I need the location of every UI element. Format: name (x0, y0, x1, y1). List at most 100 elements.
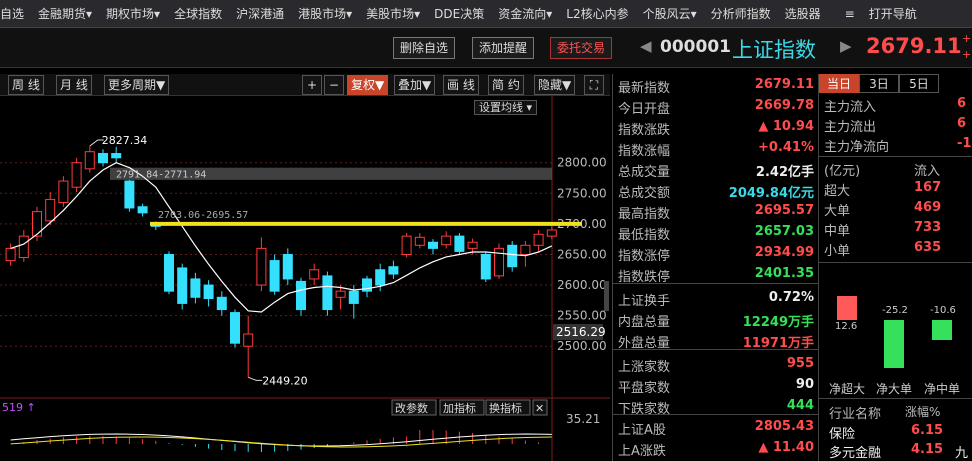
size-header-col: 流入 (914, 164, 941, 179)
y-tick-label: 2500.00 (557, 339, 607, 353)
gap-upper-label: 2791.84-2771.94 (116, 170, 206, 181)
info-row-label: 今日开盘 (618, 102, 671, 117)
info-row-value: ▲ 11.40 (758, 440, 814, 455)
candle-down (296, 280, 306, 311)
menu-item[interactable]: 分析师指数 (711, 5, 771, 22)
menu-item[interactable]: 个股风云▾ (643, 5, 697, 22)
candle-down (348, 290, 359, 304)
candle-down (322, 275, 333, 311)
stock-name: 上证指数 (732, 38, 816, 62)
ma-setting-dropdown[interactable]: 设置均线 ▾ (474, 100, 538, 115)
month-button[interactable]: 月 线 (56, 75, 92, 95)
flow-value: 6 (957, 96, 967, 111)
entrust-trade-button[interactable]: 委托交易 (550, 37, 613, 59)
info-row-label: 总成交额 (618, 186, 671, 201)
flow-label: 主力净流向 (824, 140, 890, 155)
far-separator (819, 156, 972, 157)
info-row: 总成交量 2.42亿手 (613, 160, 818, 181)
kline-chart[interactable]: 设置均线 ▾ 2800.002750.002700.002650.002600.… (0, 96, 610, 461)
zoom-in-button[interactable]: + (302, 75, 322, 95)
menu-item[interactable]: 金融期货▾ (38, 5, 92, 22)
info-row: 指数涨幅 +0.41% (613, 139, 818, 160)
size-label: 中单 (824, 224, 851, 239)
add-alert-button[interactable]: 添加提醒 (472, 37, 535, 59)
indicator-button[interactable]: 改参数 (395, 401, 428, 415)
info-row-label: 上证A股 (618, 423, 666, 438)
prev-stock-icon[interactable]: ◀ (640, 37, 652, 55)
info-separator (613, 349, 818, 350)
candle-down (98, 153, 108, 164)
overlay-dropdown[interactable]: 叠加▼ (394, 75, 436, 95)
capital-flow-panel: 当日 3日 5日 主力流入 6 主力流出 6 主力净流向 -1 (亿元) 流入 超大 167 大单 469 中… (818, 74, 972, 461)
zoom-out-button[interactable]: − (324, 75, 344, 95)
gap-lower-label: 2703.06-2695.57 (158, 210, 248, 221)
next-stock-icon[interactable]: ▶ (840, 37, 852, 55)
menu-item[interactable]: 全球指数 (174, 5, 222, 22)
adjust-dropdown[interactable]: 复权▼ (347, 75, 389, 95)
industry-name[interactable]: 保险 (829, 423, 855, 442)
industry-name[interactable]: 多元金融 (829, 442, 881, 461)
net-flow-bar-label: 净超大 (829, 382, 866, 396)
info-row: 最低指数 2657.03 (613, 223, 818, 244)
info-row-value: ▲ 10.94 (758, 119, 814, 134)
info-row: 指数涨停 2934.99 (613, 244, 818, 265)
fullscreen-icon[interactable]: ⛶ (584, 75, 604, 95)
menu-item[interactable]: L2核心内参 (566, 5, 628, 22)
industry-row[interactable]: 保险 6.15 (819, 422, 972, 442)
tab-3[interactable]: 5日 (899, 74, 939, 93)
net-flow-bar (932, 320, 952, 341)
menu-item[interactable]: 打开导航 (869, 5, 917, 22)
scroll-handle[interactable] (604, 281, 609, 311)
info-row-value: 2.42亿手 (755, 165, 814, 180)
candle-down (269, 260, 280, 292)
size-label: 小单 (824, 244, 851, 259)
simple-button[interactable]: 简 约 (488, 75, 524, 95)
candle-up (520, 244, 531, 255)
stock-price: 2679.11 (866, 34, 962, 58)
info-row-value: 955 (786, 356, 814, 371)
info-row-value: 2401.35 (754, 266, 814, 281)
size-label: 超大 (824, 184, 851, 199)
indicator-button[interactable]: 换指标 (489, 401, 522, 415)
info-row: 最新指数 2679.11 (613, 76, 818, 97)
hide-dropdown[interactable]: 隐藏▼ (534, 75, 576, 95)
menu-item[interactable]: 资金流向▾ (498, 5, 552, 22)
menu-item[interactable]: 美股市场▾ (366, 5, 420, 22)
ma-line (10, 162, 553, 313)
info-row: 上证A股 2805.43 (613, 418, 818, 439)
more-period-dropdown[interactable]: 更多周期▼ (104, 75, 170, 95)
candle-down (375, 269, 386, 286)
info-row-value: 2695.57 (754, 203, 814, 218)
delete-favorite-button[interactable]: 删除自选 (393, 37, 456, 59)
candle-down (480, 253, 491, 280)
menu-item[interactable]: 港股市场▾ (298, 5, 352, 22)
size-row: 超大 167 (819, 179, 972, 199)
week-button[interactable]: 周 线 (8, 75, 44, 95)
menu-item[interactable]: ≡ (845, 7, 855, 21)
candle-up (243, 333, 254, 347)
indicator-value: 35.21 (566, 412, 600, 426)
y-tick-label: 2800.00 (557, 156, 607, 170)
tab-1[interactable]: 当日 (819, 74, 859, 93)
menu-item[interactable]: 期权市场▾ (106, 5, 160, 22)
menu-item[interactable]: 自选 (0, 5, 24, 22)
high-label: 2827.34 (102, 134, 148, 147)
tab-2[interactable]: 3日 (859, 74, 899, 93)
size-row: 大单 469 (819, 199, 972, 219)
menu-item[interactable]: DDE决策 (434, 5, 484, 22)
industry-row[interactable]: 多元金融 4.15 九 (819, 441, 972, 461)
indicator-button[interactable]: 加指标 (443, 401, 476, 415)
candle-down (111, 153, 122, 159)
far-separator (819, 398, 972, 399)
info-row-value: +0.41% (758, 140, 814, 155)
menu-item[interactable]: 沪深港通 (236, 5, 284, 22)
far-separator (819, 262, 972, 263)
menu-item[interactable]: 选股器 (785, 5, 821, 22)
net-flow-bar-label: 净大单 (876, 382, 913, 396)
draw-line-button[interactable]: 画 线 (443, 75, 479, 95)
industry-header: 行业名称 涨幅% (819, 402, 972, 422)
candle-down (454, 235, 465, 252)
size-header-unit: (亿元) (824, 164, 861, 179)
indicator-close-icon[interactable]: ✕ (535, 402, 544, 415)
flow-value: 6 (957, 116, 967, 131)
